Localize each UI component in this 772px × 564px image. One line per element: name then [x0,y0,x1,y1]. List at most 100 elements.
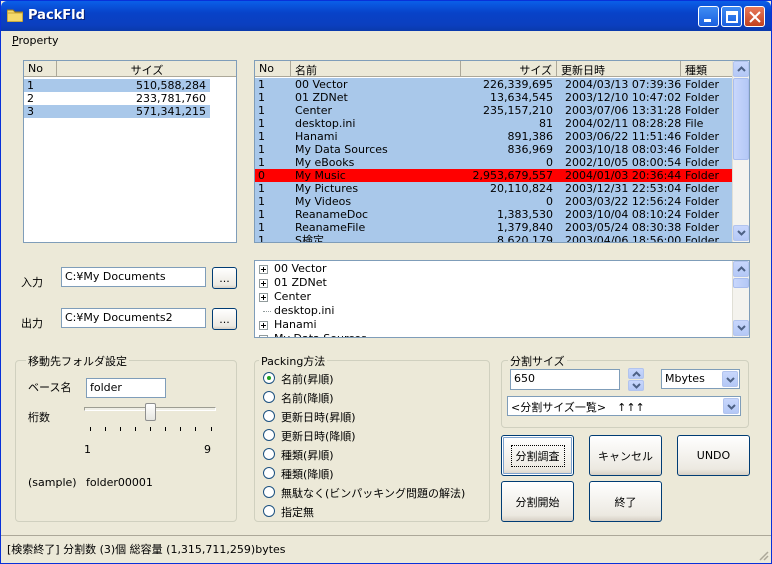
table-row[interactable]: 1 My eBooks 0 2002/10/05 08:00:54 Folder [255,156,732,169]
expand-plus-icon[interactable] [259,279,268,288]
file-cell-type: Folder [685,169,719,182]
table-row[interactable]: 2 233,781,760 [24,92,210,105]
folder-tree[interactable]: 00 Vector 01 ZDNet Center desktop.ini Hanami… [254,260,750,338]
start-split-button[interactable]: 分割開始 [501,481,574,522]
spin-down-button[interactable] [628,380,644,391]
file-cell-size: 8,620,179 [497,234,553,243]
split-size-title: 分割サイズ [508,353,567,369]
file-cell-date: 2003/06/22 11:51:46 [565,130,682,143]
undo-button[interactable]: UNDO [677,435,750,476]
unit-select[interactable]: Mbytes [661,369,740,389]
unit-dropdown-button[interactable] [722,371,738,387]
split-size: 233,781,760 [136,92,206,105]
table-row[interactable]: 1 00 Vector 226,339,695 2004/03/13 07:39:36… [255,78,732,91]
table-row[interactable]: 1 Center 235,157,210 2003/07/06 13:31:28 Fol… [255,104,732,117]
file-cell-type: File [685,117,704,130]
preset-dropdown-button[interactable] [723,398,739,414]
slider-tick [180,427,182,431]
file-cell-type: Folder [685,78,719,91]
file-cell-name: My Data Sources [295,143,388,156]
tree-item-label: Hanami [274,318,317,331]
file-cell-no: 1 [258,221,265,234]
table-row[interactable]: 1 My Pictures 20,110,824 2003/12/31 22:53:0… [255,182,732,195]
file-cell-date: 2003/04/06 18:56:00 [565,234,682,243]
slider-tick [195,427,197,431]
table-row[interactable]: 1 ReanameFile 1,379,840 2003/05/24 08:30:38… [255,221,732,234]
file-cell-name: 01 ZDNet [295,91,348,104]
slider-tick [210,427,212,431]
tree-scroll-thumb[interactable] [733,278,749,288]
split-size-field[interactable]: 650 [510,369,620,390]
minimize-button[interactable] [698,6,719,27]
resize-grip-icon[interactable] [757,549,769,561]
table-row[interactable]: 1 01 ZDNet 13,634,545 2003/12/10 10:47:02 Fo… [255,91,732,104]
split-result-list[interactable]: No サイズ 1 510,588,284 2 233,781,760 3 571… [23,60,237,243]
tree-scroll-up-button[interactable] [733,261,749,277]
spin-up-button[interactable] [628,368,644,379]
scroll-thumb[interactable] [733,78,749,160]
title-bar[interactable]: PackFld [1,1,771,31]
base-name-field[interactable]: folder [86,378,166,398]
table-row[interactable]: 1 My Data Sources 836,969 2003/10/18 08:03:… [255,143,732,156]
examine-split-button[interactable]: 分割調査 [501,435,574,476]
file-cell-type: Folder [685,221,719,234]
table-row[interactable]: 1 S検定 8,620,179 2003/04/06 18:56:00 Folder [255,234,732,243]
expand-plus-icon[interactable] [259,293,268,302]
file-cell-name: My Pictures [295,182,359,195]
dest-folder-group: 移動先フォルダ設定 ベース名 folder 桁数 1 9 (sample) fo… [15,353,237,522]
menu-bar: Property [1,31,771,49]
radio-circle-icon [263,410,275,422]
packing-option-label: 無駄なく(ビンパッキング問題の解法) [281,487,466,500]
file-header-type[interactable]: 種類 [681,61,733,77]
output-browse-button[interactable]: ... [212,308,237,330]
input-path-field[interactable]: C:¥My Documents [61,267,206,287]
table-row[interactable]: 3 571,341,215 [24,105,210,118]
file-header-no[interactable]: No [255,61,291,77]
file-header-date[interactable]: 更新日時 [557,61,681,77]
packing-option-label: 種類(昇順) [281,449,334,462]
split-header-size[interactable]: サイズ [57,61,236,77]
file-list-scrollbar[interactable] [732,61,749,242]
cancel-button[interactable]: キャンセル [589,435,662,476]
menu-property[interactable]: Property [12,34,59,47]
split-size-preset-select[interactable]: <分割サイズ一覧> ↑↑↑ [507,396,741,416]
tree-scrollbar[interactable] [732,261,749,337]
slider-tick [134,427,136,431]
file-header-size[interactable]: サイズ [461,61,557,77]
file-cell-no: 1 [258,195,265,208]
expand-plus-icon[interactable] [259,321,268,330]
scroll-down-button[interactable] [733,225,749,241]
split-no: 3 [27,105,34,118]
slider-tick [119,427,121,431]
expand-plus-icon[interactable] [259,265,268,274]
tree-scroll-down-button[interactable] [733,320,749,336]
file-cell-type: Folder [685,91,719,104]
exit-button[interactable]: 終了 [589,481,662,522]
expand-plus-icon[interactable] [259,335,268,337]
table-row[interactable]: 1 510,588,284 [24,79,210,92]
table-row[interactable]: 1 My Videos 0 2003/03/22 12:56:24 Folder [255,195,732,208]
split-header-no[interactable]: No [24,61,57,77]
maximize-button[interactable] [721,6,742,27]
file-cell-type: Folder [685,208,719,221]
scroll-up-button[interactable] [733,61,749,77]
table-row[interactable]: 1 Hanami 891,386 2003/06/22 11:51:46 Folder [255,130,732,143]
file-header-name[interactable]: 名前 [291,61,461,77]
slider-thumb[interactable] [144,403,156,421]
input-browse-button[interactable]: ... [212,267,237,289]
table-row[interactable]: 0 My Music 2,953,679,557 2004/01/03 20:36:4… [255,169,732,182]
radio-circle-icon [263,467,275,479]
output-path-field[interactable]: C:¥My Documents2 [61,308,206,328]
file-cell-no: 1 [258,91,265,104]
radio-circle-icon [263,505,275,517]
table-row[interactable]: 1 desktop.ini 81 2004/02/11 08:28:28 File [255,117,732,130]
digits-slider[interactable] [84,403,216,435]
split-size-spinner[interactable] [628,368,644,391]
tree-item-label: 01 ZDNet [274,276,327,289]
file-cell-size: 0 [546,156,553,169]
file-cell-name: My Music [295,169,346,182]
file-list[interactable]: No 名前 サイズ 更新日時 種類 1 00 Vector 226,339,695 2… [254,60,750,243]
table-row[interactable]: 1 ReanameDoc 1,383,530 2003/10/04 08:10:24 F… [255,208,732,221]
close-button[interactable] [744,6,765,27]
split-no: 1 [27,79,34,92]
